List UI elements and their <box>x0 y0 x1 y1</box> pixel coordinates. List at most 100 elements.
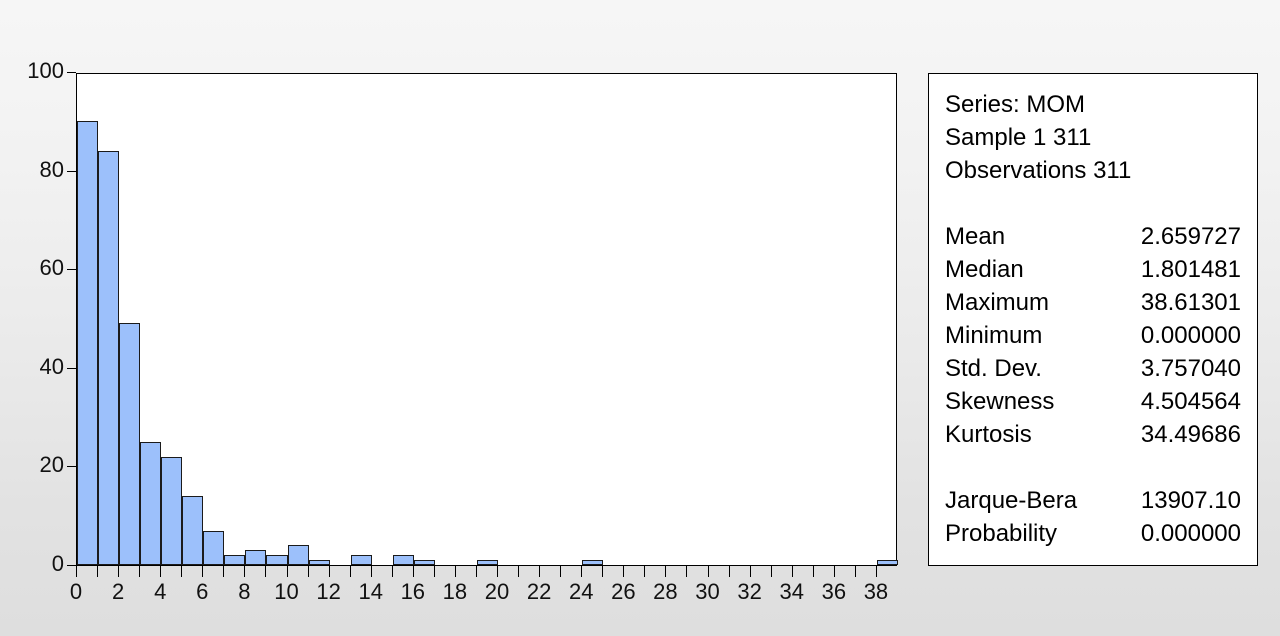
histogram-bar <box>119 323 141 565</box>
stat-value: 4.504564 <box>1140 388 1241 415</box>
x-axis-tick <box>875 566 877 577</box>
x-axis-tick-label: 38 <box>863 579 889 604</box>
stats-spacer-bottom <box>945 451 1241 484</box>
x-axis-tick <box>76 566 77 577</box>
y-axis-tick-mark <box>67 269 76 271</box>
x-axis-tick <box>539 566 541 577</box>
histogram-bar <box>413 560 435 565</box>
x-axis-minor-tick <box>181 566 183 577</box>
x-axis-minor-tick <box>391 566 393 577</box>
x-axis-tick-label: 12 <box>316 579 341 604</box>
stat-value: 2.659727 <box>1140 223 1241 250</box>
statistic-row: Skewness 4.504564 <box>945 385 1241 418</box>
histogram-bar <box>266 555 288 565</box>
x-axis-tick <box>160 566 162 577</box>
x-axis-tick-label: 10 <box>274 579 299 604</box>
histogram-bar <box>77 121 99 565</box>
y-axis-tick-mark <box>67 170 76 172</box>
plot-area <box>76 73 898 566</box>
y-axis-tick-mark <box>67 72 76 73</box>
x-axis-minor-tick <box>518 566 520 577</box>
normality-test-list: Jarque-Bera 13907.10 Probability 0.000000 <box>945 484 1241 550</box>
stat-label: Mean <box>945 223 1006 250</box>
series-name-line: Series: MOM <box>945 91 1086 118</box>
histogram-bar <box>224 555 246 565</box>
x-axis-tick-label: 22 <box>526 579 552 604</box>
stat-value: 0.000000 <box>1140 520 1241 547</box>
x-axis-tick <box>497 566 499 577</box>
x-axis-tick-label: 32 <box>737 579 762 604</box>
histogram-bar <box>392 555 414 565</box>
sample-range-line: Sample 1 311 <box>945 124 1092 151</box>
x-axis-tick-label: 36 <box>821 579 847 604</box>
x-axis-tick <box>328 566 330 577</box>
x-axis-tick <box>370 566 372 577</box>
stat-value: 3.757040 <box>1140 355 1241 382</box>
histogram-bar <box>308 560 330 565</box>
statistic-row: Mean 2.659727 <box>945 220 1241 253</box>
x-axis-minor-tick <box>265 566 267 577</box>
y-axis-tick-label: 100 <box>27 58 64 83</box>
histogram-bar <box>582 560 604 565</box>
histogram-bar <box>245 550 267 565</box>
statistics-panel: Series: MOM Sample 1 311 Observations 31… <box>928 73 1258 566</box>
x-axis-minor-tick <box>433 566 435 577</box>
x-axis: 0 2 4 6 8 10 12 14 16 18 20 22 24 26 28 30 32 34 36 38 <box>70 566 897 626</box>
x-axis-tick-label: 14 <box>358 579 383 604</box>
x-axis-tick-label: 6 <box>196 579 209 604</box>
x-axis-tick <box>286 566 288 577</box>
x-axis-tick-label: 34 <box>779 579 804 604</box>
histogram-bar <box>140 441 162 565</box>
x-axis-tick-label: 28 <box>653 579 678 604</box>
x-axis-tick <box>244 566 246 577</box>
test-statistic-row: Probability 0.000000 <box>945 517 1241 550</box>
y-axis: 0 20 40 60 80 100 <box>0 60 76 580</box>
histogram-bar <box>350 555 372 565</box>
y-axis-tick-mark <box>67 367 76 369</box>
x-axis-minor-tick <box>812 566 814 577</box>
histogram-bar <box>876 560 898 565</box>
x-axis-tick-label: 24 <box>568 579 594 604</box>
y-axis-tick-label: 40 <box>39 353 64 379</box>
stat-value: 1.801481 <box>1140 256 1241 283</box>
histogram-bar <box>203 530 225 565</box>
statistic-row: Minimum 0.000000 <box>945 319 1241 352</box>
stat-value: 34.49686 <box>1140 421 1241 448</box>
x-axis-tick-label: 2 <box>111 579 125 604</box>
stat-label: Maximum <box>945 289 1050 316</box>
x-axis-minor-tick <box>770 566 772 577</box>
x-axis-minor-tick <box>854 566 856 577</box>
histogram-view: 0 20 40 60 80 100 0 2 4 6 8 10 12 14 16 18 20 22 24 26 28 30… <box>0 0 1280 636</box>
x-axis-minor-tick <box>644 566 646 577</box>
x-axis-tick <box>118 566 120 577</box>
stat-value: 13907.10 <box>1140 487 1241 514</box>
x-axis-minor-tick <box>307 566 309 577</box>
statistic-row: Median 1.801481 <box>945 253 1241 286</box>
stat-label: Probability <box>945 520 1058 547</box>
test-statistic-row: Jarque-Bera 13907.10 <box>945 484 1241 517</box>
y-axis-tick-label: 0 <box>51 551 64 576</box>
x-axis-minor-tick <box>139 566 141 577</box>
x-axis-minor-tick <box>686 566 688 577</box>
x-axis-tick <box>791 566 793 577</box>
x-axis-tick-label: 20 <box>484 579 510 604</box>
x-axis-minor-tick <box>475 566 477 577</box>
histogram-bar <box>182 495 204 565</box>
x-axis-tick <box>581 566 583 577</box>
histogram-bar <box>476 560 499 565</box>
observations-line: Observations 311 <box>945 157 1132 184</box>
x-axis-tick <box>202 566 204 577</box>
x-axis-tick <box>749 566 751 577</box>
x-axis-tick-label: 18 <box>442 579 468 604</box>
x-axis-tick <box>623 566 625 577</box>
stat-label: Median <box>945 256 1024 283</box>
x-axis-tick-label: 4 <box>154 579 167 604</box>
x-axis-tick-label: 16 <box>400 579 426 604</box>
statistic-row: Maximum 38.61301 <box>945 286 1241 319</box>
x-axis-tick <box>707 566 709 577</box>
x-axis-minor-tick <box>560 566 562 577</box>
histogram-bar <box>161 456 183 565</box>
statistic-row: Std. Dev. 3.757040 <box>945 352 1241 385</box>
x-axis-minor-tick <box>349 566 351 577</box>
x-axis-tick-label: 0 <box>69 579 83 604</box>
